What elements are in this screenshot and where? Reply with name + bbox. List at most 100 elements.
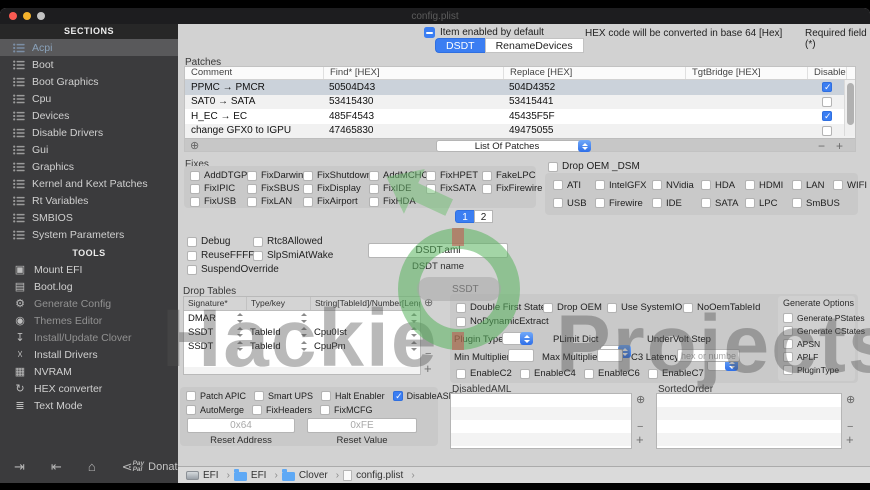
checkbox[interactable]	[783, 313, 793, 323]
generate-option[interactable]: Generate CStates	[783, 324, 855, 337]
checkbox[interactable]	[247, 171, 257, 181]
apic-option[interactable]: FixHeaders	[252, 405, 312, 415]
reorder-icon[interactable]: ⊕	[190, 139, 199, 153]
dsm-option[interactable]: IDE	[652, 197, 701, 209]
debug-option[interactable]: ReuseFFFF	[187, 250, 253, 261]
stepper-icon[interactable]	[410, 313, 417, 323]
checkbox[interactable]	[683, 303, 693, 313]
sidebar-section-item[interactable]: Kernel and Kext Patches	[0, 175, 178, 192]
patch-disabled-checkbox[interactable]	[822, 126, 832, 136]
stepper-icon[interactable]	[236, 341, 243, 351]
dsm-option[interactable]: ATI	[553, 179, 595, 191]
ssdt-option[interactable]: EnableC7	[648, 368, 704, 379]
sidebar-section-item[interactable]: Graphics	[0, 158, 178, 175]
sidebar-section-item[interactable]: Gui	[0, 141, 178, 158]
fix-option[interactable]: FixShutdown	[303, 170, 369, 181]
min-multiplier-input[interactable]	[508, 349, 534, 362]
drop-table-row[interactable]: DMAR	[184, 311, 420, 325]
checkbox[interactable]	[303, 171, 313, 181]
max-multiplier-input[interactable]	[597, 349, 623, 362]
checkbox[interactable]	[783, 339, 793, 349]
checkbox[interactable]	[303, 197, 313, 207]
checkbox[interactable]	[482, 184, 492, 194]
close-window-button[interactable]	[9, 12, 17, 20]
fix-option[interactable]: FixIPIC	[190, 183, 247, 194]
reorder-icon[interactable]: ⊕	[424, 296, 433, 310]
zoom-window-button[interactable]	[37, 12, 45, 20]
stepper-icon[interactable]	[236, 313, 243, 323]
share-icon[interactable]: ⋖	[122, 459, 133, 475]
checkbox[interactable]	[652, 198, 662, 208]
add-table-button[interactable]: +	[424, 363, 432, 374]
dsm-option[interactable]: USB	[553, 197, 595, 209]
checkbox[interactable]	[648, 369, 658, 379]
reorder-icon[interactable]: ⊕	[846, 393, 855, 407]
sidebar-section-item[interactable]: Boot Graphics	[0, 73, 178, 90]
dsm-option[interactable]: SmBUS	[792, 197, 833, 209]
add-patch-button[interactable]: +	[836, 139, 843, 153]
fix-option[interactable]: FixSBUS	[247, 183, 303, 194]
apic-option[interactable]: Patch APIC	[186, 391, 246, 401]
patch-table-row[interactable]: SAT0 → SATA 53415430 53415441	[185, 95, 855, 110]
checkbox[interactable]	[745, 198, 755, 208]
fix-option[interactable]: FixHDA	[369, 196, 426, 207]
generate-option[interactable]: APLF	[783, 350, 855, 363]
checkbox[interactable]	[548, 162, 558, 172]
checkbox[interactable]	[369, 197, 379, 207]
patch-disabled-checkbox[interactable]	[822, 97, 832, 107]
checkbox[interactable]	[456, 317, 466, 327]
debug-option[interactable]: SlpSmiAtWake	[253, 250, 357, 261]
remove-patch-button[interactable]: −	[818, 139, 825, 153]
ssdt-option[interactable]: NoDynamicExtract	[456, 316, 549, 327]
sidebar-section-item[interactable]: SMBIOS	[0, 209, 178, 226]
checkbox[interactable]	[792, 180, 802, 190]
generate-option[interactable]: APSN	[783, 337, 855, 350]
dsm-option[interactable]: LPC	[745, 197, 792, 209]
stepper-icon[interactable]	[300, 313, 307, 323]
checkbox[interactable]	[595, 198, 605, 208]
drop-oem-dsm-option[interactable]: Drop OEM _DSM	[548, 161, 640, 172]
checkbox[interactable]	[393, 391, 403, 401]
fix-option[interactable]: FixHPET	[426, 170, 482, 181]
checkbox[interactable]	[783, 352, 793, 362]
checkbox[interactable]	[247, 197, 257, 207]
checkbox[interactable]	[426, 184, 436, 194]
generate-option[interactable]: Generate PStates	[783, 311, 855, 324]
checkbox[interactable]	[253, 237, 263, 247]
checkbox[interactable]	[792, 198, 802, 208]
fix-option[interactable]: FixSATA	[426, 183, 482, 194]
checkbox[interactable]	[833, 180, 843, 190]
sidebar-tool-item[interactable]: ▣ Mount EFI	[0, 261, 178, 278]
disabledaml-list[interactable]	[450, 393, 632, 449]
checkbox[interactable]	[783, 326, 793, 336]
checkbox[interactable]	[553, 198, 563, 208]
stepper-icon[interactable]	[410, 341, 417, 351]
checkbox[interactable]	[652, 180, 662, 190]
patch-list-dropdown[interactable]: List Of Patches	[436, 140, 591, 152]
ssdt-option[interactable]: Double First State	[456, 302, 546, 313]
sortedorder-list[interactable]	[656, 393, 842, 449]
debug-option[interactable]: Debug	[187, 236, 253, 247]
ssdt-option[interactable]: Use SystemIO	[607, 302, 682, 313]
apic-option[interactable]: Halt Enabler	[321, 391, 385, 401]
sidebar-tool-item[interactable]: ↧ Install/Update Clover	[0, 329, 178, 346]
checkbox[interactable]	[247, 184, 257, 194]
minimize-window-button[interactable]	[23, 12, 31, 20]
checkbox[interactable]	[369, 171, 379, 181]
dsm-option[interactable]: IntelGFX	[595, 179, 652, 191]
apic-option[interactable]: Smart UPS	[254, 391, 313, 401]
ssdt-option[interactable]: EnableC2	[456, 368, 512, 379]
sidebar-section-item[interactable]: Rt Variables	[0, 192, 178, 209]
checkbox[interactable]	[482, 171, 492, 181]
dsm-option[interactable]: HDMI	[745, 179, 792, 191]
stepper-icon[interactable]	[236, 327, 243, 337]
patch-table-row[interactable]: change GFX0 to IGPU 47465830 49475055	[185, 124, 855, 139]
stepper-icon[interactable]	[300, 327, 307, 337]
checkbox[interactable]	[520, 369, 530, 379]
checkbox[interactable]	[745, 180, 755, 190]
checkbox[interactable]	[253, 251, 263, 261]
breadcrumb-item[interactable]: EFI ›	[186, 470, 234, 481]
checkbox[interactable]	[426, 171, 436, 181]
patch-table-row[interactable]: PPMC → PMCR 50504D43 504D4352	[185, 80, 855, 95]
sidebar-tool-item[interactable]: ↻ HEX converter	[0, 380, 178, 397]
